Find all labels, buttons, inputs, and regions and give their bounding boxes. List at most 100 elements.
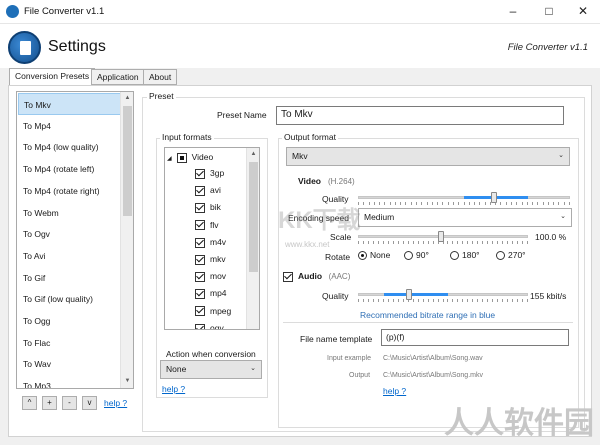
scale-slider[interactable] bbox=[358, 229, 528, 245]
scroll-up-icon[interactable]: ▲ bbox=[247, 148, 259, 161]
slider-tick bbox=[427, 299, 429, 302]
list-item[interactable]: To Flac bbox=[18, 332, 122, 354]
slider-thumb[interactable] bbox=[490, 192, 497, 203]
tab-application[interactable]: Application bbox=[91, 69, 145, 85]
list-item[interactable]: To Mp4 (rotate right) bbox=[18, 180, 122, 202]
slider-tick bbox=[526, 202, 528, 205]
list-item[interactable]: To Mp4 bbox=[18, 115, 122, 137]
preset-list-scrollbar[interactable]: ▲ ▼ bbox=[120, 92, 133, 388]
format-item[interactable]: bik bbox=[195, 199, 221, 215]
output-example-value: C:\Music\Artist\Album\Song.mkv bbox=[383, 372, 483, 379]
presets-help-link[interactable]: help ? bbox=[104, 398, 127, 408]
scroll-up-icon[interactable]: ▲ bbox=[121, 92, 133, 105]
slider-thumb[interactable] bbox=[406, 289, 412, 300]
move-down-button[interactable]: v bbox=[82, 396, 97, 410]
slider-tick bbox=[377, 299, 379, 302]
audio-checkbox[interactable] bbox=[283, 271, 293, 282]
tab-conversion-presets[interactable]: Conversion Presets bbox=[9, 68, 96, 86]
input-formats-tree[interactable]: ◢ Video 3gp avi bik flv m4v mkv mov mp4 mpeg ogv ▲ bbox=[164, 147, 260, 330]
slider-tick bbox=[372, 241, 374, 244]
close-icon[interactable]: ✕ bbox=[568, 0, 598, 24]
audio-checkbox-row[interactable]: Audio (AAC) bbox=[283, 271, 350, 282]
input-formats-help-link[interactable]: help ? bbox=[162, 384, 185, 394]
expand-arrow-icon[interactable]: ◢ bbox=[167, 156, 172, 162]
list-item[interactable]: To Mp4 (low quality) bbox=[18, 136, 122, 158]
list-item[interactable]: To Wav bbox=[18, 353, 122, 375]
format-checkbox[interactable] bbox=[195, 289, 205, 300]
scroll-thumb[interactable] bbox=[249, 162, 258, 272]
scroll-down-icon[interactable]: ▼ bbox=[121, 375, 133, 388]
slider-tick bbox=[502, 241, 504, 244]
preset-name-input[interactable]: To Mkv bbox=[276, 106, 564, 125]
scroll-thumb[interactable] bbox=[123, 106, 132, 216]
add-preset-button[interactable]: + bbox=[42, 396, 57, 410]
move-up-button[interactable]: ^ bbox=[22, 396, 37, 410]
file-name-template-input[interactable]: (p)(f) bbox=[381, 329, 569, 346]
rotate-option-0[interactable]: None bbox=[358, 250, 390, 261]
remove-preset-button[interactable]: - bbox=[62, 396, 77, 410]
encoding-speed-select[interactable]: Medium ⌄ bbox=[358, 208, 572, 227]
action-select[interactable]: None ⌄ bbox=[160, 360, 262, 379]
slider-tick bbox=[463, 202, 465, 205]
audio-quality-label: Quality bbox=[322, 291, 349, 301]
format-item[interactable]: m4v bbox=[195, 234, 226, 250]
video-checkbox[interactable] bbox=[176, 152, 187, 163]
tree-root-video[interactable]: ◢ Video bbox=[167, 149, 213, 165]
tab-about[interactable]: About bbox=[143, 69, 178, 85]
format-item[interactable]: ogv bbox=[195, 320, 224, 329]
radio-icon[interactable] bbox=[496, 251, 505, 261]
minimize-icon[interactable]: – bbox=[498, 0, 528, 24]
format-item[interactable]: avi bbox=[195, 182, 221, 198]
output-help-link[interactable]: help ? bbox=[383, 386, 406, 396]
slider-thumb[interactable] bbox=[438, 231, 445, 242]
rotate-option-3[interactable]: 270° bbox=[496, 250, 526, 261]
preset-name-label: Preset Name bbox=[217, 110, 267, 120]
slider-tick bbox=[452, 299, 454, 302]
list-item[interactable]: To Ogv bbox=[18, 223, 122, 245]
format-checkbox[interactable] bbox=[195, 220, 205, 231]
formats-scrollbar[interactable]: ▲ bbox=[246, 148, 259, 329]
format-item[interactable]: mpeg bbox=[195, 303, 231, 319]
slider-tick bbox=[387, 299, 389, 302]
rotate-option-1[interactable]: 90° bbox=[404, 250, 429, 261]
app-icon bbox=[6, 5, 19, 18]
slider-tick bbox=[527, 241, 528, 244]
format-item[interactable]: mp4 bbox=[195, 285, 227, 301]
format-item[interactable]: 3gp bbox=[195, 165, 224, 181]
radio-icon[interactable] bbox=[404, 251, 413, 261]
audio-quality-slider[interactable] bbox=[358, 287, 528, 303]
format-checkbox[interactable] bbox=[195, 185, 205, 196]
format-checkbox[interactable] bbox=[195, 203, 205, 214]
format-item[interactable]: mkv bbox=[195, 251, 226, 267]
format-checkbox[interactable] bbox=[195, 254, 205, 265]
list-item[interactable]: To Gif (low quality) bbox=[18, 288, 122, 310]
audio-bitrate-note: Recommended bitrate range in blue bbox=[360, 310, 496, 320]
format-checkbox[interactable] bbox=[195, 237, 205, 248]
chevron-down-icon: ⌄ bbox=[558, 152, 564, 159]
list-item[interactable]: To Mp4 (rotate left) bbox=[18, 158, 122, 180]
radio-icon[interactable] bbox=[358, 251, 367, 261]
list-item[interactable]: To Mp3 bbox=[18, 375, 122, 388]
output-format-group bbox=[278, 138, 579, 428]
list-item[interactable]: To Mkv bbox=[18, 93, 122, 115]
list-item[interactable]: To Webm bbox=[18, 202, 122, 224]
maximize-icon[interactable]: □ bbox=[534, 0, 564, 24]
video-quality-slider[interactable] bbox=[358, 190, 570, 206]
list-item[interactable]: To Avi bbox=[18, 245, 122, 267]
slider-tick bbox=[442, 299, 444, 302]
list-item[interactable]: To Gif bbox=[18, 267, 122, 289]
slider-tick bbox=[368, 202, 370, 205]
rotate-option-2[interactable]: 180° bbox=[450, 250, 480, 261]
slider-tick bbox=[417, 299, 419, 302]
preset-list[interactable]: To Mkv To Mp4 To Mp4 (low quality) To Mp4 (… bbox=[16, 91, 134, 389]
format-checkbox[interactable] bbox=[195, 271, 205, 282]
format-item[interactable]: mov bbox=[195, 268, 226, 284]
format-checkbox[interactable] bbox=[195, 168, 205, 179]
list-item[interactable]: To Ogg bbox=[18, 310, 122, 332]
output-format-select[interactable]: Mkv ⌄ bbox=[286, 147, 570, 166]
format-checkbox[interactable] bbox=[195, 323, 205, 329]
format-item[interactable]: flv bbox=[195, 217, 219, 233]
radio-icon[interactable] bbox=[450, 251, 459, 261]
format-checkbox[interactable] bbox=[195, 306, 205, 317]
slider-tick bbox=[367, 299, 369, 302]
